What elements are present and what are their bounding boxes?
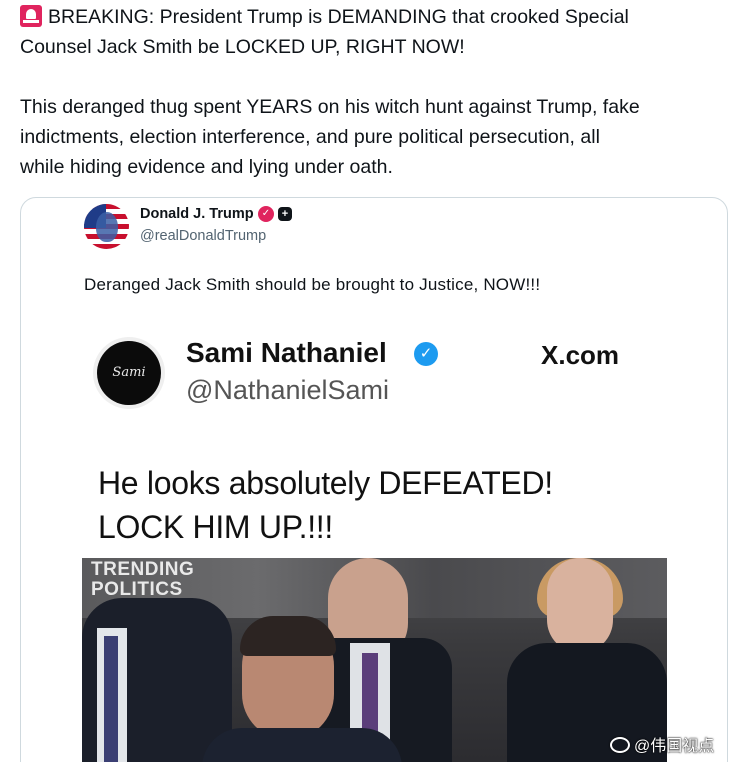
logo-line: POLITICS [91,579,183,600]
embedded-author-handle: @NathanielSami [186,375,390,405]
author-handle[interactable]: @realDonaldTrump [140,228,266,244]
post-line: BREAKING: President Trump is DEMANDING t… [20,2,730,32]
watermark: @伟国视点 [610,732,714,756]
watermark-text: @伟国视点 [634,738,715,755]
siren-icon [20,5,42,27]
quoted-post-card[interactable]: Donald J. Trump ✓ + @realDonaldTrump Der… [20,197,728,762]
video-thumbnail[interactable]: TRENDING POLITICS [82,558,667,762]
avatar: Sami [97,341,161,405]
weibo-icon [610,737,630,753]
person-figure [547,558,613,653]
quoted-post-text: Deranged Jack Smith should be brought to… [84,275,541,294]
post-body: BREAKING: President Trump is DEMANDING t… [20,2,730,182]
author-name[interactable]: Donald J. Trump [140,206,254,222]
post-line: This deranged thug spent YEARS on his wi… [20,96,640,118]
logo-line: TRENDING [91,559,195,580]
post-line: Counsel Jack Smith be LOCKED UP, RIGHT N… [20,36,465,58]
verified-badge-icon: ✓ [258,206,274,222]
post-line: indictments, election interference, and … [20,126,600,148]
embedded-text-line: LOCK HIM UP.!!! [98,509,333,545]
embedded-text-line: He looks absolutely DEFEATED! [98,465,553,501]
post-line: while hiding evidence and lying under oa… [20,156,393,178]
embedded-author-name: Sami Nathaniel [186,337,387,368]
verified-icon: ✓ [414,342,438,366]
embedded-tweet-text: He looks absolutely DEFEATED! LOCK HIM U… [98,461,658,549]
affiliate-badge-icon: + [278,207,292,221]
site-label: X.com [541,340,620,370]
channel-logo: TRENDING POLITICS [91,560,194,600]
post-line-text: BREAKING: President Trump is DEMANDING t… [48,6,629,28]
avatar[interactable] [84,204,129,249]
